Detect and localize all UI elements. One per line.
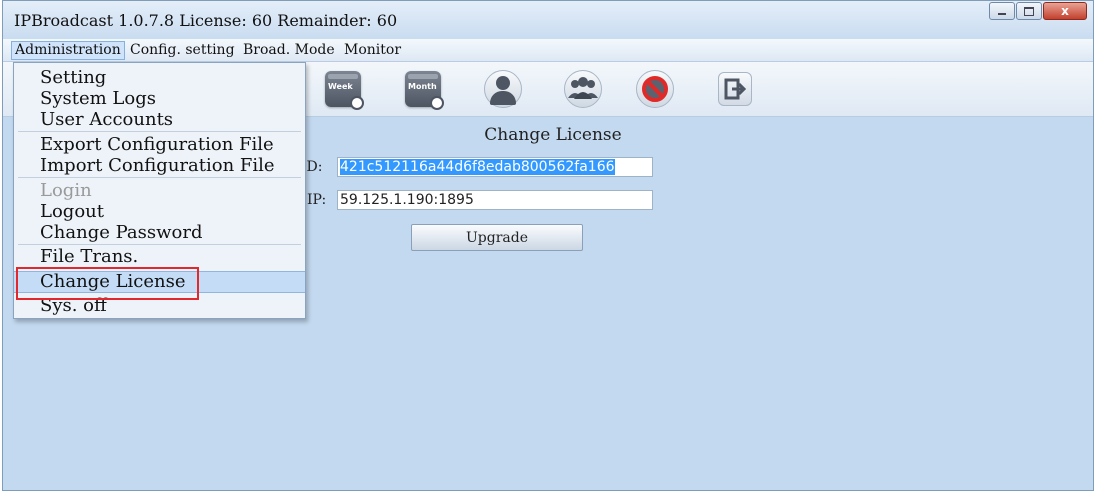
close-icon: x [1061,4,1069,18]
month-schedule-icon: Month [405,71,444,110]
group-button[interactable] [561,67,605,111]
week-schedule-button[interactable]: Week [321,67,365,111]
mute-icon [636,70,674,108]
highlight-box [16,267,199,300]
group-icon [564,70,602,108]
menu-monitor[interactable]: Monitor [341,42,404,59]
menu-separator [18,131,301,132]
week-schedule-icon: Week [325,71,364,110]
panel-title: Change License [484,125,622,145]
menu-item-import-config[interactable]: Import Configuration File [14,156,305,175]
menu-item-system-logs[interactable]: System Logs [14,89,305,108]
exit-icon [718,72,752,106]
menu-administration[interactable]: Administration [11,41,125,60]
menu-item-logout[interactable]: Logout [14,202,305,221]
upgrade-button[interactable]: Upgrade [411,224,583,251]
close-button[interactable]: x [1043,2,1087,20]
menu-separator [18,177,301,178]
menu-separator [18,244,301,245]
menu-item-login: Login [40,180,92,201]
menu-config-setting[interactable]: Config. setting [127,42,238,59]
id-value: 421c512116a44d6f8edab800562fa166 [340,159,615,175]
mute-button[interactable] [633,67,677,111]
ip-value: 59.125.1.190:1895 [340,192,474,208]
window-controls: x [988,2,1087,20]
user-button[interactable] [481,67,525,111]
menu-item-export-config[interactable]: Export Configuration File [14,135,305,154]
title-bar[interactable]: IPBroadcast 1.0.7.8 License: 60 Remainde… [3,1,1093,39]
minimize-button[interactable] [989,2,1015,20]
user-icon [484,70,522,108]
menu-item-user-accounts[interactable]: User Accounts [14,110,305,129]
month-label: Month [408,82,437,91]
window-title: IPBroadcast 1.0.7.8 License: 60 Remainde… [14,11,398,30]
month-schedule-button[interactable]: Month [401,67,445,111]
ip-label: IP: [307,192,327,208]
exit-button[interactable] [713,67,757,111]
maximize-button[interactable] [1016,2,1042,20]
menu-broad-mode[interactable]: Broad. Mode [240,42,338,59]
menu-item-file-trans[interactable]: File Trans. [14,247,305,266]
menu-bar: Administration Config. setting Broad. Mo… [3,39,1093,62]
menu-item-setting[interactable]: Setting [14,68,305,87]
app-window: IPBroadcast 1.0.7.8 License: 60 Remainde… [2,0,1094,491]
id-field[interactable]: 421c512116a44d6f8edab800562fa166 [337,157,653,177]
menu-item-change-password[interactable]: Change Password [14,223,305,242]
maximize-icon [1024,6,1034,16]
week-label: Week [328,82,353,91]
minimize-icon [998,13,1006,15]
ip-field[interactable]: 59.125.1.190:1895 [337,190,653,210]
